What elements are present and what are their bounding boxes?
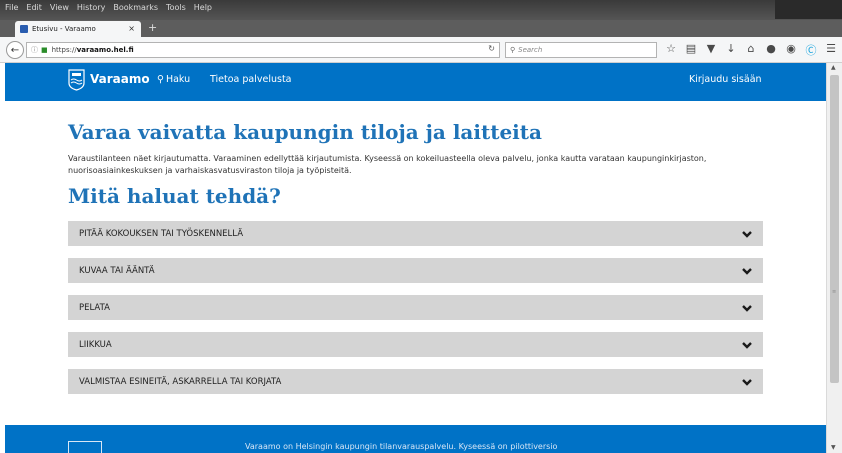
scroll-thumb[interactable] [830,75,839,383]
page-title: Varaa vaivatta kaupungin tiloja ja laitt… [68,120,542,144]
site-footer: Varaamo on Helsingin kaupungin tilanvara… [5,425,826,453]
tab-strip: Etusivu - Varaamo × + [0,20,842,37]
window-controls[interactable] [775,0,842,19]
arrow-left-icon: ← [10,44,20,56]
about-nav-link[interactable]: Tietoa palvelusta [210,74,292,85]
reload-icon[interactable]: ↻ [488,44,495,53]
section-title: Mitä haluat tehdä? [68,184,281,209]
category-label: PITÄÄ KOKOUKSEN TAI TYÖSKENNELLÄ [79,228,244,239]
category-sports[interactable]: LIIKKUA [68,332,763,357]
site-header: Varaamo ⚲ Haku Tietoa palvelusta Kirjaudu… [5,63,826,101]
search-nav-link[interactable]: ⚲ Haku [157,74,190,85]
search-placeholder: Search [518,46,543,54]
favicon-icon [20,25,28,33]
category-meeting[interactable]: PITÄÄ KOKOUKSEN TAI TYÖSKENNELLÄ [68,221,763,246]
category-media[interactable]: KUVAA TAI ÄÄNTÄ [68,258,763,283]
footer-logo-icon [68,441,102,453]
menu-help[interactable]: Help [193,3,213,12]
address-bar[interactable]: ⓘ ■ https://varaamo.hel.fi ↻ [26,42,500,58]
chevron-down-icon [742,304,752,312]
menu-view[interactable]: View [49,3,70,12]
vertical-scrollbar[interactable]: ▲ ≡ ▼ [826,63,842,453]
category-label: KUVAA TAI ÄÄNTÄ [79,265,155,276]
magnifier-icon: ⚲ [157,74,164,85]
notifications-icon[interactable]: ◉ [784,42,798,58]
category-label: LIIKKUA [79,339,112,350]
category-label: VALMISTAA ESINEITÄ, ASKARRELLA TAI KORJA… [79,376,282,387]
helsinki-logo-icon[interactable] [68,69,85,93]
home-icon[interactable]: ⌂ [744,42,758,58]
search-input[interactable]: ⚲ Search [505,42,657,58]
footer-text: Varaamo on Helsingin kaupungin tilanvara… [245,442,558,451]
browser-window: File Edit View History Bookmarks Tools H… [0,0,842,453]
search-nav-label: Haku [165,74,191,85]
menu-history[interactable]: History [76,3,106,12]
category-crafts[interactable]: VALMISTAA ESINEITÄ, ASKARRELLA TAI KORJA… [68,369,763,394]
skype-icon[interactable]: Ⓒ [804,42,818,58]
hello-icon[interactable]: ● [764,42,778,58]
navigation-toolbar: ← ⓘ ■ https://varaamo.hel.fi ↻ ⚲ Search … [0,37,842,63]
tab-title: Etusivu - Varaamo [32,25,96,33]
grip-icon: ≡ [832,289,837,295]
download-icon[interactable]: ↓ [724,42,738,58]
intro-text: Varaustilanteen näet kirjautumatta. Vara… [68,154,707,175]
bookmark-star-icon[interactable]: ☆ [664,42,678,58]
chevron-down-icon [742,230,752,238]
menu-icon[interactable]: ☰ [824,42,838,58]
brand-link[interactable]: Varaamo [90,72,150,86]
window-titlebar: File Edit View History Bookmarks Tools H… [0,0,842,20]
menu-file[interactable]: File [4,3,19,12]
pocket-icon[interactable]: ▼ [704,42,718,58]
info-icon[interactable]: ⓘ [31,45,38,55]
menu-bookmarks[interactable]: Bookmarks [112,3,159,12]
category-label: PELATA [79,302,110,313]
menu-edit[interactable]: Edit [25,3,43,12]
chevron-down-icon [742,267,752,275]
chevron-down-icon [742,378,752,386]
tab-etusivu[interactable]: Etusivu - Varaamo × [15,21,141,37]
reading-list-icon[interactable]: ▤ [684,42,698,58]
scroll-up-icon[interactable]: ▲ [831,64,836,71]
lock-icon: ■ [41,46,48,54]
category-games[interactable]: PELATA [68,295,763,320]
search-icon: ⚲ [510,46,516,54]
new-tab-button[interactable]: + [148,21,157,34]
menu-tools[interactable]: Tools [165,3,187,12]
category-accordion: PITÄÄ KOKOUKSEN TAI TYÖSKENNELLÄ KUVAA T… [68,221,763,406]
main-content: Varaa vaivatta kaupungin tiloja ja laitt… [68,120,780,207]
scroll-down-icon[interactable]: ▼ [831,444,836,451]
url-scheme: https:// [51,46,77,54]
login-link[interactable]: Kirjaudu sisään [689,74,762,85]
url-host: varaamo.hel.fi [76,46,134,54]
menu-bar: File Edit View History Bookmarks Tools H… [4,3,213,12]
close-tab-icon[interactable]: × [128,24,135,33]
toolbar-icons: ☆ ▤ ▼ ↓ ⌂ ● ◉ Ⓒ ☰ [664,42,838,58]
chevron-down-icon [742,341,752,349]
back-button[interactable]: ← [6,41,24,59]
